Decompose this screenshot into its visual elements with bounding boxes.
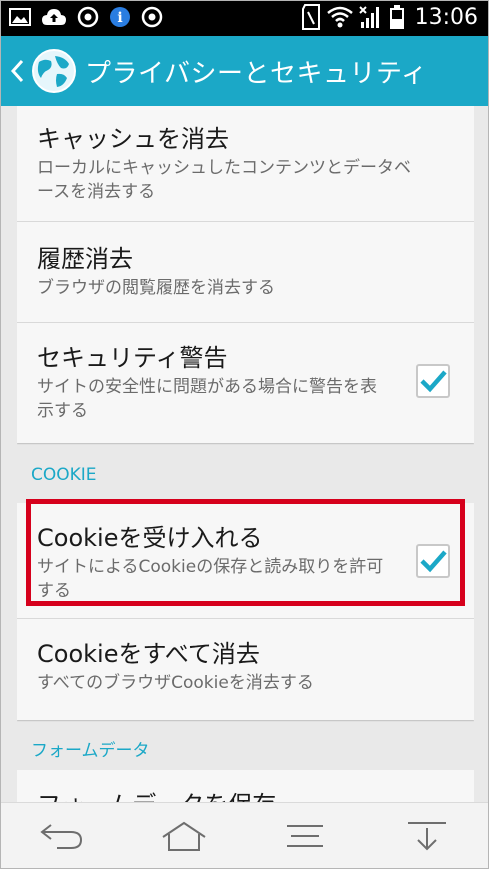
- item-title: Cookieをすべて消去: [37, 640, 260, 668]
- item-title: キャッシュを消去: [37, 125, 229, 153]
- home-button[interactable]: [154, 811, 214, 861]
- info-icon: i: [110, 7, 130, 27]
- page-title: プライバシーとセキュリティ: [85, 58, 428, 89]
- wifi-icon: [326, 6, 353, 28]
- globe-icon[interactable]: [31, 48, 77, 94]
- security-warning-checkbox[interactable]: [416, 364, 450, 398]
- back-chevron-icon[interactable]: [5, 36, 29, 106]
- minimize-icon: [408, 821, 447, 850]
- settings-card-form: フォームデータを保存: [17, 770, 474, 806]
- item-title: 履歴消去: [37, 245, 133, 273]
- action-bar: プライバシーとセキュリティ: [1, 36, 488, 106]
- security-warning-item[interactable]: セキュリティ警告 サイトの安全性に問題がある場合に警告を表示する: [17, 323, 474, 443]
- record-icon: [77, 6, 99, 28]
- home-icon: [162, 821, 206, 851]
- menu-button[interactable]: [275, 811, 335, 861]
- item-subtitle: サイトによるCookieの保存と読み取りを許可する: [37, 557, 384, 601]
- navigation-bar: [1, 802, 488, 868]
- checkmark-icon: [420, 550, 447, 573]
- record-icon: [141, 6, 163, 28]
- save-form-data-item[interactable]: フォームデータを保存: [17, 770, 474, 806]
- signal-icon: [358, 6, 379, 28]
- clear-cache-item[interactable]: キャッシュを消去 ローカルにキャッシュしたコンテンツとデータベースを消去する: [17, 106, 474, 222]
- minimize-button[interactable]: [397, 811, 457, 861]
- cloud-upload-icon: [42, 9, 66, 25]
- settings-card-cookie: Cookieを受け入れる サイトによるCookieの保存と読み取りを許可する C…: [17, 503, 474, 720]
- sd-card-icon: [301, 4, 320, 30]
- back-button[interactable]: [32, 811, 92, 861]
- clear-all-cookies-item[interactable]: Cookieをすべて消去 すべてのブラウザCookieを消去する: [17, 619, 474, 720]
- item-subtitle: ローカルにキャッシュしたコンテンツとデータベースを消去する: [37, 158, 411, 202]
- accept-cookies-checkbox[interactable]: [416, 544, 450, 578]
- item-title: セキュリティ警告: [37, 344, 228, 372]
- item-subtitle: ブラウザの閲覧履歴を消去する: [37, 278, 275, 298]
- accept-cookies-item[interactable]: Cookieを受け入れる サイトによるCookieの保存と読み取りを許可する: [17, 503, 474, 619]
- svg-text:i: i: [117, 10, 122, 26]
- settings-list: キャッシュを消去 ローカルにキャッシュしたコンテンツとデータベースを消去する 履…: [17, 106, 474, 806]
- item-subtitle: すべてのブラウザCookieを消去する: [37, 673, 314, 693]
- menu-icon: [287, 824, 324, 847]
- back-icon: [40, 823, 82, 849]
- clock: 13:06: [414, 4, 478, 30]
- item-title: Cookieを受け入れる: [37, 524, 263, 552]
- status-bar: i 13:06: [1, 1, 488, 36]
- image-icon: [9, 8, 31, 26]
- clear-history-item[interactable]: 履歴消去 ブラウザの閲覧履歴を消去する: [17, 222, 474, 323]
- battery-icon: [389, 5, 404, 29]
- section-header-cookie: COOKIE: [31, 465, 97, 485]
- item-subtitle: サイトの安全性に問題がある場合に警告を表示する: [37, 377, 377, 421]
- settings-card-general: キャッシュを消去 ローカルにキャッシュしたコンテンツとデータベースを消去する 履…: [17, 106, 474, 443]
- section-header-form-data: フォームデータ: [31, 741, 150, 761]
- checkmark-icon: [420, 370, 447, 393]
